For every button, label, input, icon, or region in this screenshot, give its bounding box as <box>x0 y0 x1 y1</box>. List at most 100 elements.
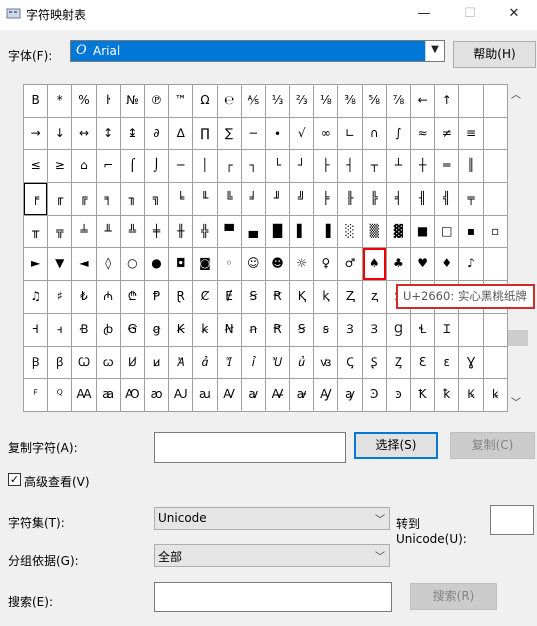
group-by-select[interactable]: 全部 ﹀ <box>154 544 390 567</box>
char-cell[interactable]: Ꞧ <box>265 313 291 347</box>
char-cell[interactable]: ꞥ <box>241 313 266 347</box>
char-cell[interactable]: → <box>24 117 49 151</box>
select-button[interactable]: 选择(S) <box>354 432 438 459</box>
char-cell[interactable]: ↓ <box>48 117 73 151</box>
char-cell[interactable]: ₼ <box>96 281 121 314</box>
char-cell[interactable]: ꞽ <box>241 346 266 380</box>
char-cell[interactable]: ™ <box>169 85 194 118</box>
char-cell[interactable]: ╛ <box>241 183 266 216</box>
char-cell[interactable]: Ꞩ <box>241 281 266 314</box>
char-cell[interactable]: ┼ <box>411 150 436 184</box>
char-cell[interactable]: Ɜ <box>362 313 387 347</box>
char-cell[interactable]: ► <box>24 248 49 282</box>
char-cell[interactable]: ◘ <box>169 248 194 282</box>
char-cell[interactable]: ♥ <box>411 248 436 282</box>
char-cell[interactable]: ▌ <box>290 215 315 249</box>
char-cell[interactable]: ╩ <box>120 215 145 249</box>
scroll-down-icon[interactable]: ﹀ <box>511 394 521 409</box>
char-cell[interactable]: ▫ <box>483 215 508 249</box>
char-cell[interactable]: ┘ <box>290 150 315 184</box>
char-cell[interactable]: ⅔ <box>290 85 315 118</box>
char-cell[interactable]: ꟶ <box>48 313 73 347</box>
char-cell[interactable]: Ɜ <box>338 313 363 347</box>
char-cell[interactable]: Ꞩ <box>290 313 315 347</box>
char-cell[interactable]: ꞡ <box>144 313 170 347</box>
char-cell[interactable]: Ɪ <box>435 313 460 347</box>
char-cell[interactable]: ∫ <box>386 117 411 151</box>
char-cell[interactable]: Ꝃ <box>459 379 484 412</box>
char-cell[interactable]: ├ <box>314 150 339 184</box>
char-cell[interactable]: Ɽ <box>169 281 194 314</box>
char-cell[interactable]: Ᶎ <box>386 346 411 380</box>
char-cell[interactable] <box>483 346 508 380</box>
char-cell[interactable]: ꜽ <box>338 379 363 412</box>
char-cell[interactable]: ≡ <box>459 117 484 151</box>
char-cell[interactable]: ≈ <box>411 117 436 151</box>
scroll-thumb[interactable] <box>508 330 528 346</box>
char-cell[interactable]: Ꞥ <box>217 313 242 347</box>
char-cell[interactable]: Ꞷ <box>72 346 97 380</box>
char-cell[interactable]: ∆ <box>169 117 194 151</box>
char-cell[interactable]: ꜳ <box>96 379 121 412</box>
char-cell[interactable]: Ɛ <box>411 346 436 380</box>
char-cell[interactable]: ▒ <box>362 215 387 249</box>
char-cell[interactable]: ₾ <box>120 281 145 314</box>
char-cell[interactable]: ⅜ <box>338 85 363 118</box>
char-cell[interactable]: ꟴ <box>48 379 73 412</box>
char-cell[interactable]: ꜵ <box>144 379 170 412</box>
char-cell[interactable] <box>483 248 508 282</box>
char-cell[interactable]: ꟃ <box>314 346 339 380</box>
char-cell[interactable]: ⌐ <box>96 150 121 184</box>
char-cell[interactable]: ▐ <box>314 215 339 249</box>
char-cell[interactable]: ┬ <box>362 150 387 184</box>
char-cell[interactable]: * <box>48 85 73 118</box>
char-cell[interactable]: ╔ <box>72 183 97 216</box>
advanced-view-checkbox[interactable]: ✓ <box>8 473 21 486</box>
chevron-down-icon[interactable]: ▼ <box>425 41 444 61</box>
char-cell[interactable]: ∂ <box>144 117 170 151</box>
char-cell[interactable]: ♯ <box>48 281 73 314</box>
char-cell[interactable]: ♫ <box>24 281 49 314</box>
search-input[interactable] <box>154 582 392 612</box>
char-cell[interactable]: ⌂ <box>72 150 97 184</box>
char-cell[interactable]: Ꞽ <box>217 346 242 380</box>
char-cell[interactable]: Ꜿ <box>362 379 387 412</box>
char-cell[interactable]: ꜻ <box>290 379 315 412</box>
char-cell[interactable]: Ꞡ <box>120 313 145 347</box>
char-cell[interactable]: ☼ <box>290 248 315 282</box>
char-cell[interactable]: ░ <box>338 215 363 249</box>
char-cell[interactable]: ꞷ <box>96 346 121 380</box>
char-cell[interactable]: ℮ <box>217 85 242 118</box>
char-cell[interactable]: ꞵ <box>48 346 73 380</box>
char-cell[interactable]: Ȼ <box>193 281 218 314</box>
char-cell[interactable]: ꝃ <box>483 379 508 412</box>
char-cell[interactable]: ↑ <box>435 85 460 118</box>
char-cell[interactable]: ⱪ <box>314 281 339 314</box>
char-cell[interactable]: ꝁ <box>435 379 460 412</box>
char-cell[interactable]: ╕ <box>96 183 121 216</box>
char-cell[interactable] <box>483 117 508 151</box>
char-cell[interactable]: Ꞿ <box>265 346 291 380</box>
char-cell[interactable]: Ꜳ <box>72 379 97 412</box>
char-cell[interactable]: ☺ <box>241 248 266 282</box>
char-cell[interactable]: ⅍ <box>241 85 266 118</box>
char-cell[interactable]: ← <box>411 85 436 118</box>
char-cell[interactable]: Ꜷ <box>169 379 194 412</box>
char-cell[interactable]: ╠ <box>362 183 387 216</box>
char-cell[interactable]: Ꜻ <box>265 379 291 412</box>
char-cell[interactable]: ╦ <box>48 215 73 249</box>
char-cell[interactable]: ꞹ <box>144 346 170 380</box>
char-cell[interactable]: ꜹ <box>241 379 266 412</box>
char-cell[interactable]: ╪ <box>144 215 170 249</box>
char-cell[interactable] <box>459 85 484 118</box>
char-cell[interactable]: ♂ <box>338 248 363 282</box>
char-cell[interactable]: ▀ <box>217 215 242 249</box>
copy-chars-field[interactable] <box>154 432 346 463</box>
char-cell[interactable]: ╗ <box>144 183 170 216</box>
char-cell[interactable]: ₺ <box>72 281 97 314</box>
char-cell[interactable]: ┌ <box>217 150 242 184</box>
char-cell[interactable]: Ꞔ <box>338 346 363 380</box>
char-cell[interactable]: ╟ <box>338 183 363 216</box>
char-cell[interactable]: Ꝁ <box>411 379 436 412</box>
char-cell[interactable]: ⅞ <box>386 85 411 118</box>
